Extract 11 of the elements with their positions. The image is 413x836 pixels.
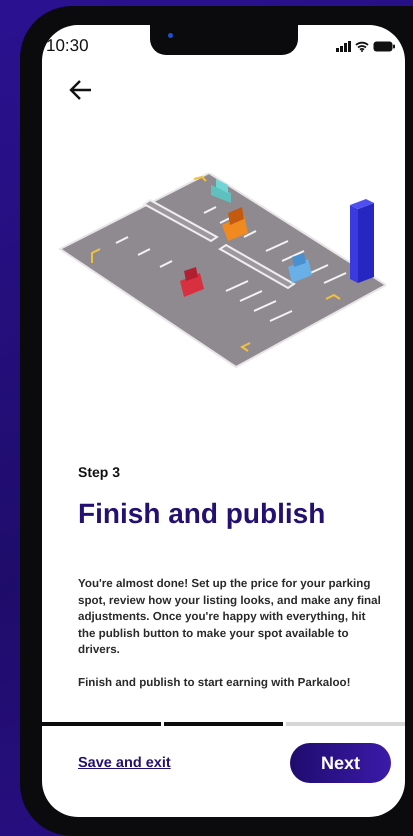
- status-time: 10:30: [46, 36, 89, 56]
- signal-icon: [336, 40, 351, 52]
- save-and-exit-link[interactable]: Save and exit: [78, 755, 171, 771]
- battery-icon: [373, 40, 395, 52]
- page-title: Finish and publish: [78, 498, 326, 530]
- step-label: Step 3: [78, 464, 122, 480]
- description-text: You're almost done! Set up the price for your parking spot, review how your listing looks, and make any final adjustments. Once you're happy with everything, hit the publish button to make your spot available to drivers.: [78, 576, 381, 658]
- wifi-icon: [355, 40, 369, 52]
- description-text: Finish and publish to start earning with Parkaloo!: [78, 674, 352, 690]
- next-button[interactable]: Next: [290, 743, 391, 783]
- camera-dot: [168, 33, 173, 38]
